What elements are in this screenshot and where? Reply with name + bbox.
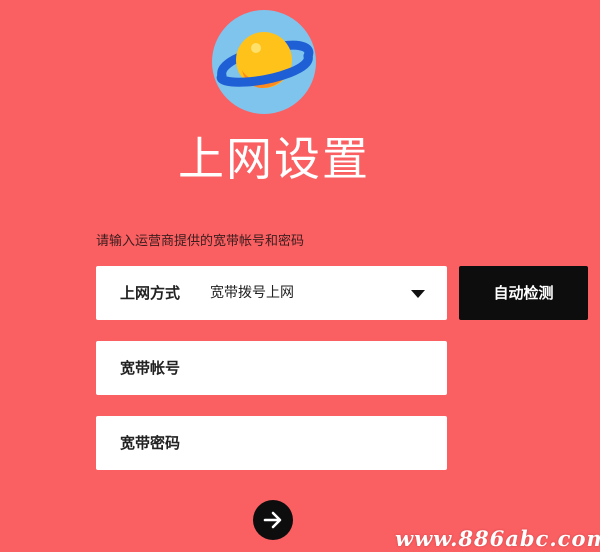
arrow-right-icon	[263, 511, 282, 529]
password-label: 宽带密码	[120, 434, 181, 452]
router-setup-page: 上网设置 请输入运营商提供的宽带帐号和密码 上网方式 宽带拨号上网 自动检测 宽…	[0, 0, 600, 552]
auto-detect-button[interactable]: 自动检测	[459, 266, 588, 320]
account-input[interactable]	[206, 351, 430, 387]
input-hint: 请输入运营商提供的宽带帐号和密码	[96, 234, 305, 249]
planet-icon	[212, 10, 316, 114]
wan-mode-label: 上网方式	[120, 284, 181, 302]
watermark-text: www.886abc.com	[395, 526, 600, 551]
password-input[interactable]	[206, 426, 430, 462]
wan-mode-select[interactable]: 上网方式 宽带拨号上网	[96, 266, 447, 320]
caret-down-icon	[411, 290, 425, 298]
next-button[interactable]	[253, 500, 293, 540]
page-title: 上网设置	[178, 132, 370, 186]
password-field[interactable]: 宽带密码	[96, 416, 447, 470]
wan-mode-value: 宽带拨号上网	[210, 285, 294, 301]
account-field[interactable]: 宽带帐号	[96, 341, 447, 395]
account-label: 宽带帐号	[120, 359, 181, 377]
